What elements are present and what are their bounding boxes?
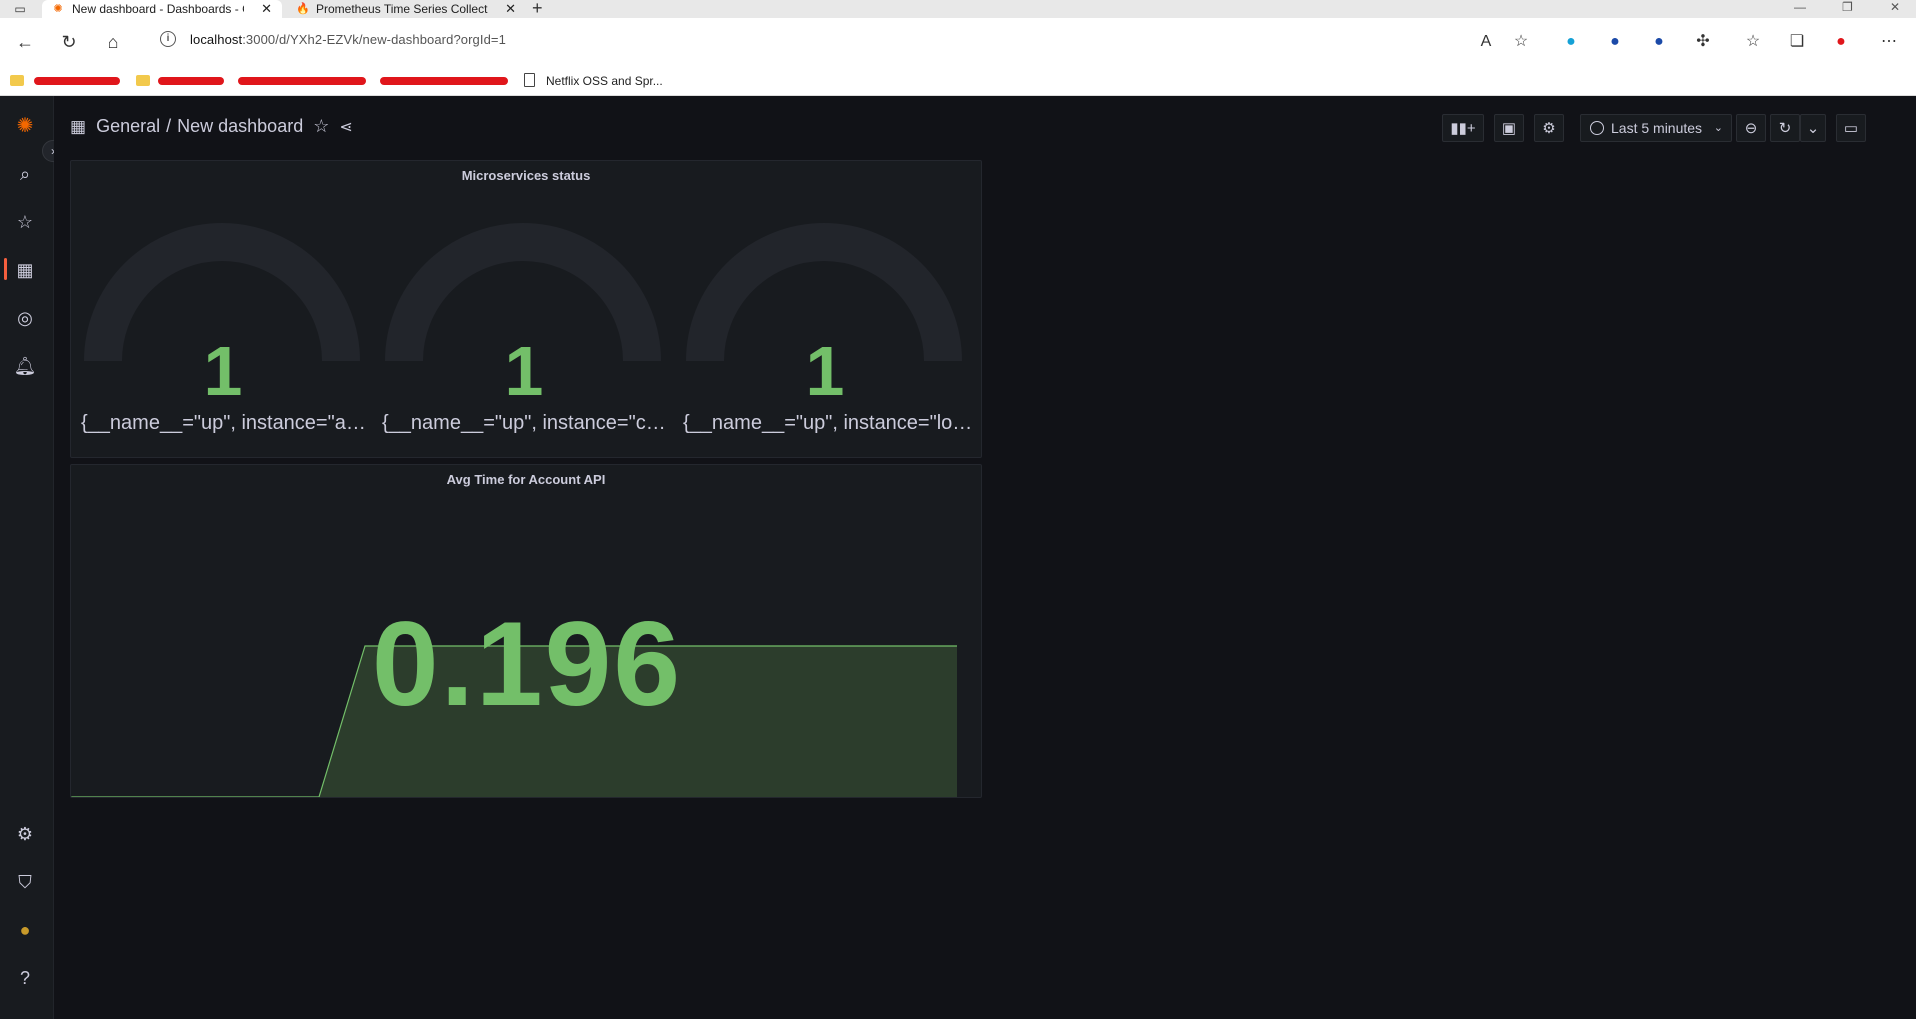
alerting-bell-icon[interactable]: 🔔︎ (13, 354, 37, 378)
browser-tab-strip: ▭ ✺ New dashboard - Dashboards - Grafana… (0, 0, 1916, 18)
refresh-button[interactable]: ↻ (56, 29, 82, 55)
refresh-dashboard-icon[interactable]: ↻ (1770, 114, 1800, 142)
grafana-icon: ✺ (53, 3, 63, 15)
search-icon[interactable]: ⌕ (13, 162, 37, 186)
restore-icon[interactable]: ❐ (1842, 0, 1853, 14)
grafana-main: ▦ General / New dashboard ☆ ⋖ ▮▮+ ▣ ⚙ La… (54, 96, 1916, 1019)
panel-title[interactable]: Avg Time for Account API (71, 472, 981, 487)
gauge-label: {__name__="up", instance="cards-service:… (382, 412, 672, 434)
bookmarks-bar: Netflix OSS and Spr... (0, 68, 1916, 96)
grammarly-extension-icon[interactable]: ● (1558, 29, 1584, 55)
url-host: localhost (190, 32, 243, 47)
stat-value: 0.196 (371, 597, 683, 731)
url-text[interactable]: localhost:3000/d/YXh2-EZVk/new-dashboard… (190, 32, 506, 47)
redacted-bookmark[interactable] (238, 77, 366, 85)
url-field[interactable]: i localhost:3000/d/YXh2-EZVk/new-dashboa… (140, 25, 1540, 55)
redacted-bookmark[interactable] (380, 77, 508, 85)
gauge-value: 1 (504, 332, 544, 410)
close-window-icon[interactable]: ✕ (1890, 0, 1900, 14)
tv-mode-icon[interactable]: ▭ (1836, 114, 1866, 142)
gauge-label: {__name__="up", instance="loans-service:… (683, 412, 973, 434)
tab-actions-icon[interactable]: ▭ (12, 2, 28, 16)
add-favorite-icon[interactable]: ☆ (1508, 29, 1534, 55)
time-range-picker[interactable]: Last 5 minutes ⌄ (1580, 114, 1732, 142)
more-menu-icon[interactable]: ⋯ (1876, 29, 1902, 55)
gauge-label: {__name__="up", instance="accounts-servi… (81, 412, 371, 434)
close-tab-icon[interactable]: ✕ (505, 1, 516, 17)
redacted-bookmark[interactable] (158, 77, 224, 85)
star-dashboard-icon[interactable]: ☆ (313, 116, 329, 137)
grafana-logo-icon[interactable]: ✺ (13, 114, 37, 138)
explore-icon[interactable]: ◎ (13, 306, 37, 330)
dashboard-grid-icon: ▦ (70, 116, 87, 136)
panel-microservices-status[interactable]: Microservices status 1 {__name__="up", i… (70, 160, 982, 458)
active-indicator (4, 258, 7, 280)
breadcrumb-separator: / (166, 116, 172, 136)
favorites-icon[interactable]: ☆ (1740, 29, 1766, 55)
gauge-accounts: 1 {__name__="up", instance="accounts-ser… (73, 201, 373, 441)
chevron-down-icon: ⌄ (1713, 122, 1723, 134)
breadcrumb: ▦ General / New dashboard ☆ ⋖ (70, 116, 353, 137)
gauge-cards: 1 {__name__="up", instance="cards-servic… (374, 201, 674, 441)
add-panel-icon[interactable]: ▮▮+ (1442, 114, 1484, 142)
help-icon[interactable]: ? (13, 966, 37, 990)
bookmark-folder-icon[interactable] (10, 75, 24, 86)
zoom-out-icon[interactable]: ⊖ (1736, 114, 1766, 142)
gauge-value: 1 (805, 332, 845, 410)
dashboard-nav: ▦ General / New dashboard ☆ ⋖ ▮▮+ ▣ ⚙ La… (54, 96, 1916, 156)
prometheus-icon: 🔥 (296, 3, 310, 15)
gauge-loans: 1 {__name__="up", instance="loans-servic… (675, 201, 975, 441)
profile-avatar[interactable]: ● (1828, 29, 1854, 55)
close-tab-icon[interactable]: ✕ (261, 1, 272, 17)
configuration-gear-icon[interactable]: ⚙ (13, 822, 37, 846)
bookmark-page-icon (524, 73, 535, 87)
bookmark-folder-icon[interactable] (136, 75, 150, 86)
dashboard-settings-icon[interactable]: ⚙ (1534, 114, 1564, 142)
panel-avg-time-account-api[interactable]: Avg Time for Account API 0.196 (70, 464, 982, 798)
time-range-label: Last 5 minutes (1611, 120, 1703, 136)
gauge-value: 1 (203, 332, 243, 410)
breadcrumb-folder[interactable]: General (96, 116, 160, 137)
clock-icon (1590, 121, 1604, 135)
starred-icon[interactable]: ☆ (13, 210, 37, 234)
dashboards-icon[interactable]: ▦ (13, 258, 37, 282)
server-admin-shield-icon[interactable]: ⛉ (13, 870, 37, 894)
minimize-icon[interactable]: — (1794, 0, 1806, 14)
tab-title: Prometheus Time Series Collection (316, 2, 488, 16)
dashboard-title[interactable]: New dashboard (177, 116, 303, 137)
browser-tab-grafana[interactable]: ✺ New dashboard - Dashboards - Grafana ✕ (42, 0, 282, 18)
back-button[interactable]: ← (12, 29, 38, 55)
refresh-interval-chevron-icon[interactable]: ⌄ (1800, 114, 1826, 142)
tab-title: New dashboard - Dashboards - Grafana (72, 2, 244, 16)
new-tab-button[interactable]: + (532, 0, 543, 19)
user-avatar[interactable]: ● (13, 918, 37, 942)
grafana-side-menu: ✺ ⌕ ☆ ▦ ◎ 🔔︎ ⚙ ⛉ ● ? (0, 96, 54, 1019)
panel-title[interactable]: Microservices status (71, 168, 981, 183)
bookmark-netflix-oss[interactable]: Netflix OSS and Spr... (546, 74, 663, 88)
read-aloud-icon[interactable]: A (1473, 29, 1499, 55)
home-button[interactable]: ⌂ (100, 29, 126, 55)
share-dashboard-icon[interactable]: ⋖ (339, 117, 352, 137)
url-path: :3000/d/YXh2-EZVk/new-dashboard?orgId=1 (242, 32, 506, 47)
address-bar-row: ← ↻ ⌂ i localhost:3000/d/YXh2-EZVk/new-d… (0, 18, 1916, 68)
extension-icon[interactable]: ● (1646, 29, 1672, 55)
extensions-puzzle-icon[interactable]: ✣ (1690, 29, 1716, 55)
collections-icon[interactable]: ❏ (1784, 29, 1810, 55)
js-extension-icon[interactable]: ● (1602, 29, 1628, 55)
redacted-bookmark[interactable] (34, 77, 120, 85)
site-info-icon[interactable]: i (160, 31, 176, 47)
save-dashboard-icon[interactable]: ▣ (1494, 114, 1524, 142)
browser-tab-prometheus[interactable]: 🔥 Prometheus Time Series Collection ✕ (286, 0, 526, 18)
